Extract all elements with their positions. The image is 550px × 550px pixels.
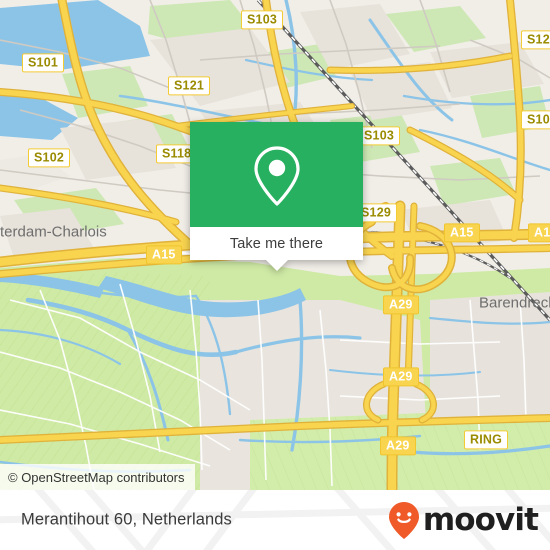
road-shield: A15 xyxy=(444,223,480,243)
road-shield: A15 xyxy=(528,223,550,243)
moovit-map-screenshot: terdam-Charlois Barendrech S101 S102 S103 S12… xyxy=(0,0,550,550)
place-label: terdam-Charlois xyxy=(0,223,107,241)
address-label: Merantihout 60, Netherlands xyxy=(21,510,232,529)
card-pin-panel xyxy=(190,122,363,227)
place-label: Barendrech xyxy=(479,294,550,312)
footer-bar: Merantihout 60, Netherlands moovit xyxy=(0,490,550,550)
moovit-smiley-pin-icon xyxy=(388,502,419,539)
road-shield: S121 xyxy=(168,76,210,96)
road-shield: RING xyxy=(464,430,509,450)
road-shield: S103 xyxy=(241,10,283,30)
road-shield: A29 xyxy=(383,367,419,387)
moovit-logo[interactable]: moovit xyxy=(386,500,539,540)
take-me-there-card[interactable]: Take me there xyxy=(190,122,363,271)
road-shield: S126 xyxy=(521,30,550,50)
road-shield: S101 xyxy=(22,53,64,73)
card-pointer-tail xyxy=(265,260,288,271)
take-me-there-button[interactable]: Take me there xyxy=(190,227,363,260)
map-pin-icon xyxy=(253,145,300,206)
road-shield: S103 xyxy=(358,126,400,146)
moovit-wordmark: moovit xyxy=(422,501,539,538)
road-shield: A29 xyxy=(380,436,416,456)
road-shield: A29 xyxy=(383,295,419,315)
road-shield: S104 xyxy=(521,110,550,130)
road-shield: S102 xyxy=(28,148,70,168)
road-shield: A15 xyxy=(146,245,182,265)
openstreetmap-attribution: © OpenStreetMap contributors xyxy=(0,464,195,490)
